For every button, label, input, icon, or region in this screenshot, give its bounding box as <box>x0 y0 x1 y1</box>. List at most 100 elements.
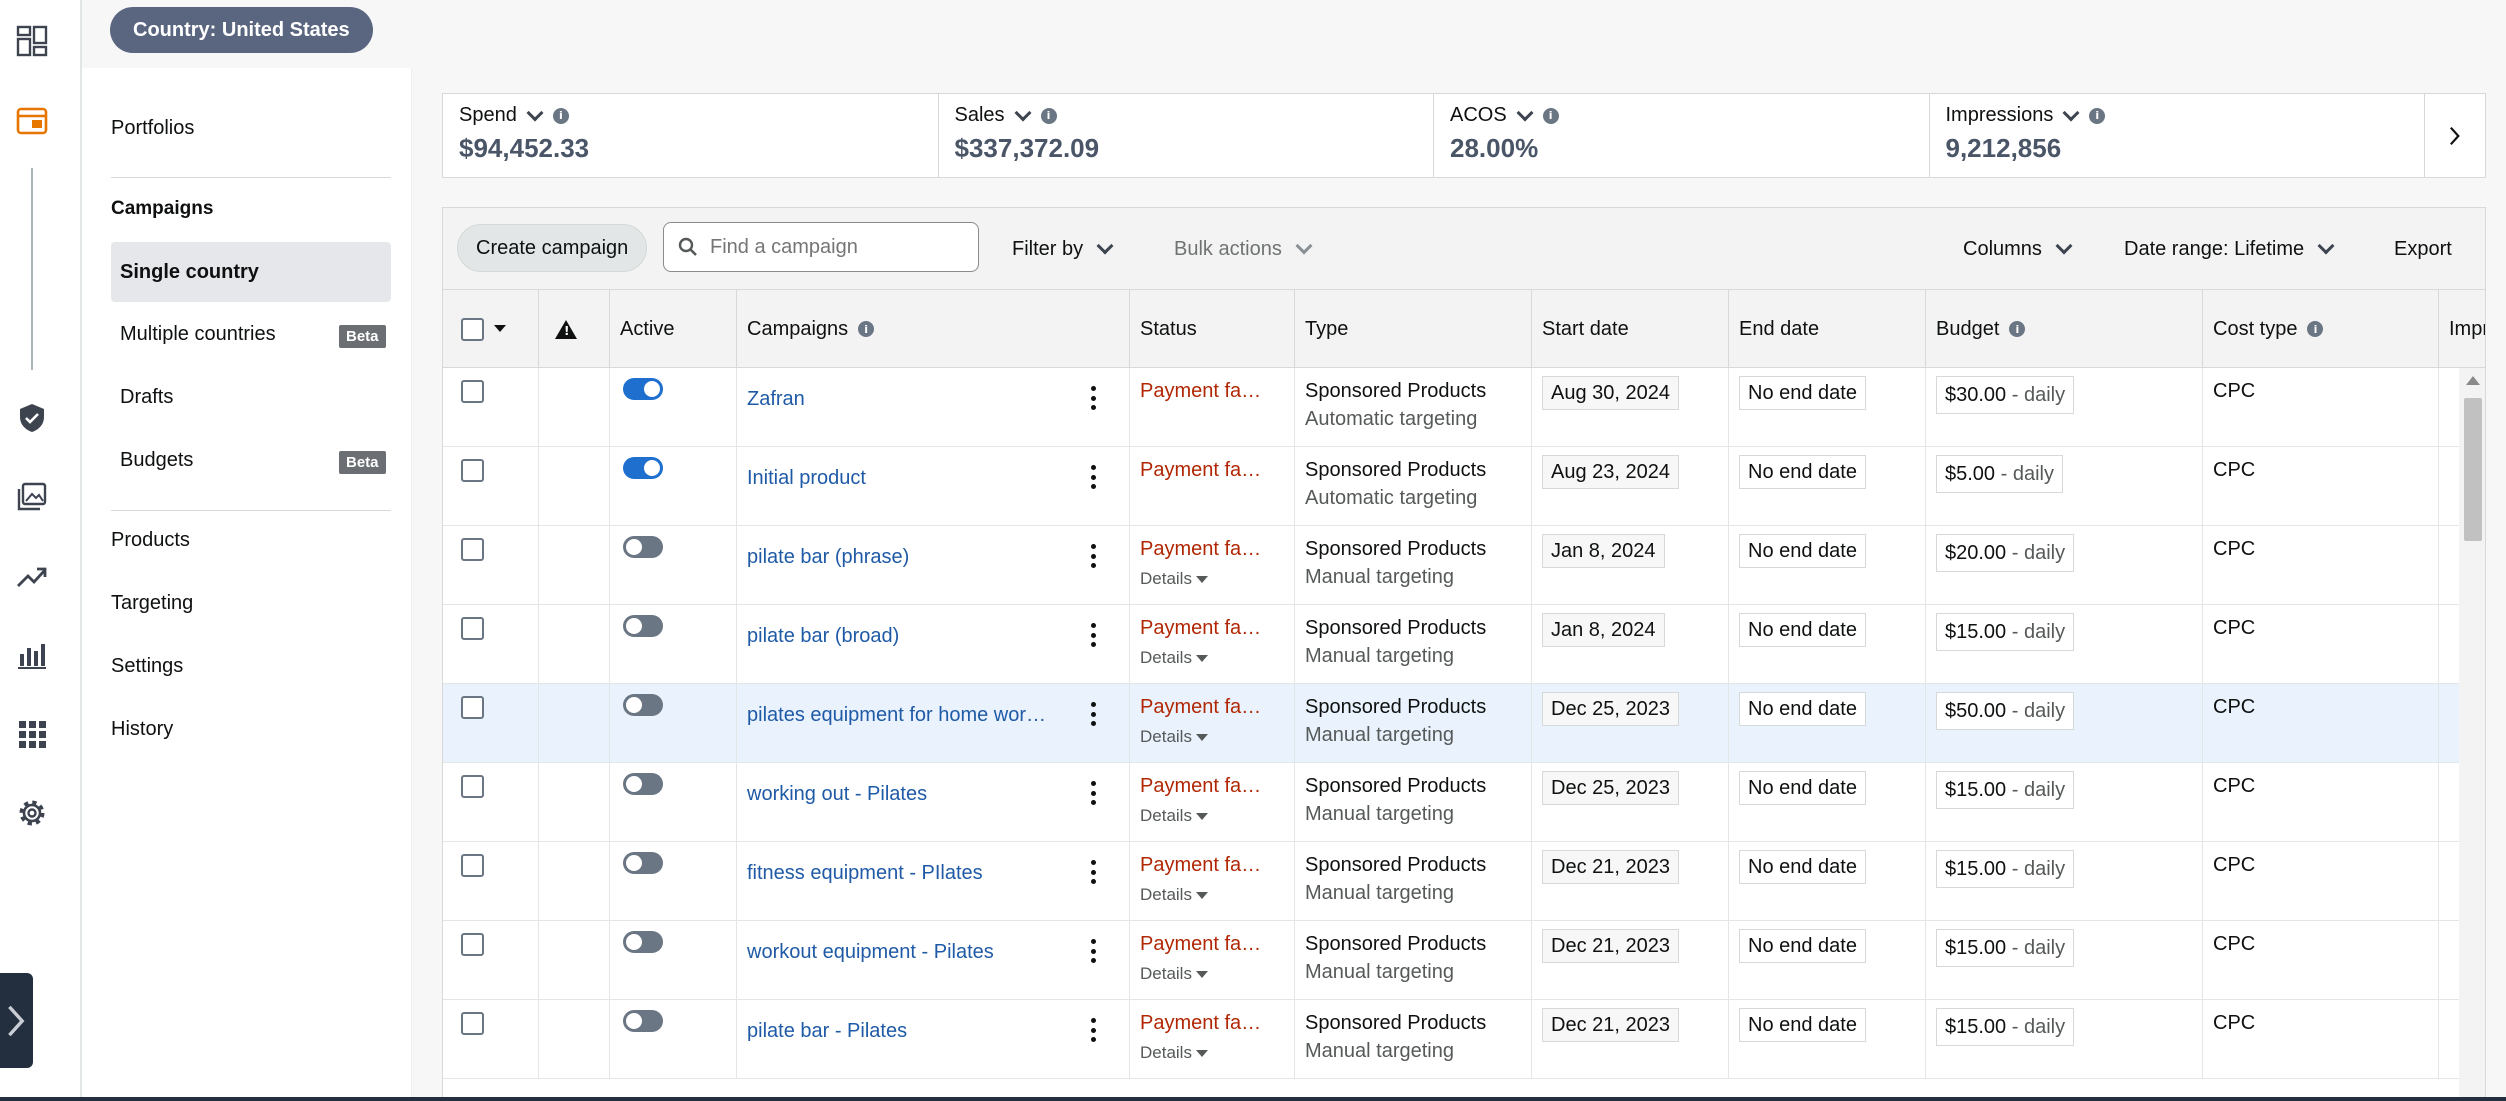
row-checkbox[interactable] <box>461 696 484 719</box>
active-toggle[interactable] <box>623 1010 663 1032</box>
active-toggle[interactable] <box>623 536 663 558</box>
scroll-up-arrow[interactable] <box>2466 376 2480 385</box>
trending-icon[interactable] <box>14 558 50 594</box>
row-checkbox[interactable] <box>461 617 484 640</box>
info-icon[interactable]: i <box>858 321 875 337</box>
more-actions-icon[interactable] <box>1091 544 1097 568</box>
active-toggle[interactable] <box>623 615 663 637</box>
impressions-column-header[interactable]: Impres <box>2438 290 2485 368</box>
export-button[interactable]: Export <box>2394 208 2452 290</box>
start-date-field[interactable]: Dec 25, 2023 <box>1542 692 1679 726</box>
campaign-link[interactable]: Initial product <box>747 467 1052 490</box>
settings-gear-icon[interactable] <box>14 795 50 831</box>
metric-spend[interactable]: Spend i $94,452.33 <box>443 94 939 177</box>
budget-field[interactable]: $5.00 - daily <box>1936 455 2063 493</box>
start-date-field[interactable]: Jan 8, 2024 <box>1542 613 1665 647</box>
end-date-field[interactable]: No end date <box>1739 376 1866 410</box>
nav-budgets[interactable]: Budgets <box>120 449 193 472</box>
more-actions-icon[interactable] <box>1091 939 1097 963</box>
nav-drafts[interactable]: Drafts <box>120 386 173 409</box>
start-date-field[interactable]: Jan 8, 2024 <box>1542 534 1665 568</box>
more-actions-icon[interactable] <box>1091 860 1097 884</box>
more-actions-icon[interactable] <box>1091 702 1097 726</box>
active-toggle[interactable] <box>623 773 663 795</box>
status-details-toggle[interactable]: Details <box>1140 885 1208 905</box>
status-details-toggle[interactable]: Details <box>1140 964 1208 984</box>
info-icon[interactable]: i <box>2089 107 2106 124</box>
chevron-down-icon[interactable] <box>1516 104 1534 121</box>
end-date-field[interactable]: No end date <box>1739 692 1866 726</box>
status-details-toggle[interactable]: Details <box>1140 569 1208 589</box>
nav-multiple-countries[interactable]: Multiple countries <box>120 323 276 346</box>
budget-field[interactable]: $30.00 - daily <box>1936 376 2075 414</box>
campaign-link[interactable]: pilate bar (phrase) <box>747 546 1052 569</box>
active-toggle[interactable] <box>623 852 663 874</box>
start-date-field[interactable]: Aug 23, 2024 <box>1542 455 1679 489</box>
more-actions-icon[interactable] <box>1091 1018 1097 1042</box>
end-date-field[interactable]: No end date <box>1739 850 1866 884</box>
row-checkbox[interactable] <box>461 933 484 956</box>
campaigns-column-header[interactable]: Campaigns i <box>736 290 1129 368</box>
select-all-checkbox[interactable] <box>461 317 484 341</box>
end-date-field[interactable]: No end date <box>1739 771 1866 805</box>
nav-products[interactable]: Products <box>111 529 190 552</box>
end-date-field[interactable]: No end date <box>1739 455 1866 489</box>
campaign-link[interactable]: pilate bar - Pilates <box>747 1020 1052 1043</box>
nav-targeting[interactable]: Targeting <box>111 592 193 615</box>
bulk-actions-dropdown[interactable]: Bulk actions <box>1174 208 1313 290</box>
row-checkbox[interactable] <box>461 380 484 403</box>
budget-field[interactable]: $15.00 - daily <box>1936 1008 2075 1046</box>
status-column-header[interactable]: Status <box>1129 290 1294 368</box>
status-details-toggle[interactable]: Details <box>1140 806 1208 826</box>
metric-impressions[interactable]: Impressions i 9,212,856 <box>1930 94 2425 177</box>
active-toggle[interactable] <box>623 457 663 479</box>
more-actions-icon[interactable] <box>1091 781 1097 805</box>
campaign-link[interactable]: Zafran <box>747 388 1052 411</box>
row-checkbox[interactable] <box>461 1012 484 1035</box>
end-date-field[interactable]: No end date <box>1739 534 1866 568</box>
info-icon[interactable]: i <box>552 107 569 124</box>
date-range-dropdown[interactable]: Date range: Lifetime <box>2124 208 2335 290</box>
active-toggle[interactable] <box>623 694 663 716</box>
budget-column-header[interactable]: Budget i <box>1925 290 2202 368</box>
budget-field[interactable]: $15.00 - daily <box>1936 613 2075 651</box>
expand-nav-button[interactable] <box>0 973 33 1068</box>
metrics-next-button[interactable] <box>2425 94 2485 177</box>
info-icon[interactable]: i <box>1040 107 1057 124</box>
caret-down-icon[interactable] <box>494 325 506 333</box>
status-details-toggle[interactable]: Details <box>1140 1043 1208 1063</box>
budget-field[interactable]: $15.00 - daily <box>1936 850 2075 888</box>
nav-history[interactable]: History <box>111 718 173 741</box>
more-actions-icon[interactable] <box>1091 623 1097 647</box>
dashboard-icon[interactable] <box>14 23 50 59</box>
type-column-header[interactable]: Type <box>1294 290 1531 368</box>
campaign-manager-icon[interactable] <box>14 103 50 139</box>
budget-field[interactable]: $50.00 - daily <box>1936 692 2075 730</box>
campaign-link[interactable]: pilate bar (broad) <box>747 625 1052 648</box>
budget-field[interactable]: $20.00 - daily <box>1936 534 2075 572</box>
columns-dropdown[interactable]: Columns <box>1963 208 2073 290</box>
start-date-field[interactable]: Dec 21, 2023 <box>1542 929 1679 963</box>
start-date-column-header[interactable]: Start date <box>1531 290 1728 368</box>
info-icon[interactable]: i <box>1542 107 1559 124</box>
status-details-toggle[interactable]: Details <box>1140 727 1208 747</box>
media-icon[interactable] <box>14 479 50 515</box>
budget-field[interactable]: $15.00 - daily <box>1936 771 2075 809</box>
budget-field[interactable]: $15.00 - daily <box>1936 929 2075 967</box>
info-icon[interactable]: i <box>2307 321 2324 337</box>
campaign-link[interactable]: pilates equipment for home work… <box>747 704 1052 727</box>
status-details-toggle[interactable]: Details <box>1140 648 1208 668</box>
apps-grid-icon[interactable] <box>14 716 50 752</box>
active-toggle[interactable] <box>623 378 663 400</box>
more-actions-icon[interactable] <box>1091 465 1097 489</box>
reports-icon[interactable] <box>14 637 50 673</box>
campaign-search[interactable] <box>663 222 979 272</box>
brand-protection-icon[interactable] <box>14 400 50 436</box>
row-checkbox[interactable] <box>461 538 484 561</box>
start-date-field[interactable]: Dec 25, 2023 <box>1542 771 1679 805</box>
end-date-field[interactable]: No end date <box>1739 1008 1866 1042</box>
table-scrollbar[interactable] <box>2459 368 2485 1100</box>
start-date-field[interactable]: Dec 21, 2023 <box>1542 850 1679 884</box>
info-icon[interactable]: i <box>2009 321 2026 337</box>
chevron-down-icon[interactable] <box>2062 104 2080 121</box>
